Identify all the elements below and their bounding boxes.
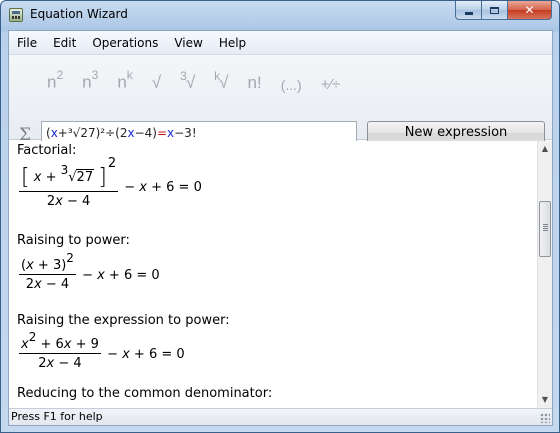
power-k-button[interactable]: nk — [117, 68, 132, 93]
menu-bar: File Edit Operations View Help — [9, 31, 552, 55]
title-bar[interactable]: Equation Wizard ✕ — [1, 1, 559, 29]
plus-minus-divide-button[interactable]: +⁄÷ — [321, 76, 341, 93]
resize-grip-icon[interactable] — [540, 413, 550, 423]
step-equation: (x + 3)2 2x − 4 − x + 6 = 0 — [19, 251, 160, 292]
scroll-up-arrow-icon[interactable]: ▲ — [538, 141, 552, 157]
menu-edit[interactable]: Edit — [45, 36, 84, 50]
close-icon: ✕ — [524, 3, 535, 17]
step-heading: Factorial: — [17, 143, 77, 158]
calculator-app-icon[interactable] — [9, 8, 23, 22]
maximize-icon — [490, 6, 499, 14]
minimize-icon — [464, 11, 473, 15]
scrollbar-thumb[interactable] — [539, 201, 551, 257]
cube-button[interactable]: n3 — [82, 68, 98, 93]
operations-toolbar: n2 n3 nk √ 3√ k√ n! (...) +⁄÷ — [47, 63, 359, 93]
solution-steps: Factorial: [ x + 3√27 ]2 2x − 4 − x + 6 … — [9, 141, 537, 408]
close-button[interactable]: ✕ — [508, 1, 552, 20]
menu-file[interactable]: File — [9, 36, 45, 50]
toolbar: n2 n3 nk √ 3√ k√ n! (...) +⁄÷ Σ (x+³√27)… — [9, 55, 552, 145]
fraction: x2 + 6x + 9 2x − 4 — [19, 330, 101, 371]
caption-buttons: ✕ — [455, 1, 552, 20]
cube-root-icon: √ — [185, 73, 196, 92]
fraction: [ x + 3√27 ]2 2x − 4 — [19, 156, 119, 209]
window-title: Equation Wizard — [30, 7, 128, 21]
step-equation: [ x + 3√27 ]2 2x − 4 − x + 6 = 0 — [19, 156, 202, 209]
parentheses-button[interactable]: (...) — [281, 77, 302, 93]
step-equation: x2 + 6x + 9 2x − 4 − x + 6 = 0 — [19, 330, 185, 371]
step-heading: Raising the expression to power: — [17, 313, 230, 328]
root-k-icon: √ — [219, 73, 229, 92]
factorial-button[interactable]: n! — [248, 73, 262, 93]
square-root-button[interactable]: √ — [152, 73, 161, 93]
client-area: File Edit Operations View Help n2 n3 nk … — [8, 30, 553, 426]
status-text: Press F1 for help — [11, 410, 103, 423]
root-k-button[interactable]: k√ — [214, 69, 229, 93]
scroll-down-arrow-icon[interactable]: ▼ — [538, 392, 552, 408]
square-root-icon: √ — [151, 73, 162, 92]
maximize-button[interactable] — [482, 1, 508, 20]
square-button[interactable]: n2 — [47, 68, 63, 93]
app-window: Equation Wizard ✕ File Edit Operations V… — [0, 0, 560, 433]
fraction: (x + 3)2 2x − 4 — [19, 251, 76, 292]
step-heading: Reducing to the common denominator: — [17, 386, 273, 401]
vertical-scrollbar[interactable]: ▲ ▼ — [537, 141, 552, 408]
step-heading: Raising to power: — [17, 233, 130, 248]
minimize-button[interactable] — [455, 1, 482, 20]
menu-view[interactable]: View — [166, 36, 210, 50]
menu-help[interactable]: Help — [211, 36, 254, 50]
status-bar: Press F1 for help — [9, 408, 552, 425]
plus-minus-divide-icon: +⁄÷ — [320, 76, 341, 93]
cube-root-button[interactable]: 3√ — [180, 69, 196, 93]
menu-operations[interactable]: Operations — [84, 36, 166, 50]
